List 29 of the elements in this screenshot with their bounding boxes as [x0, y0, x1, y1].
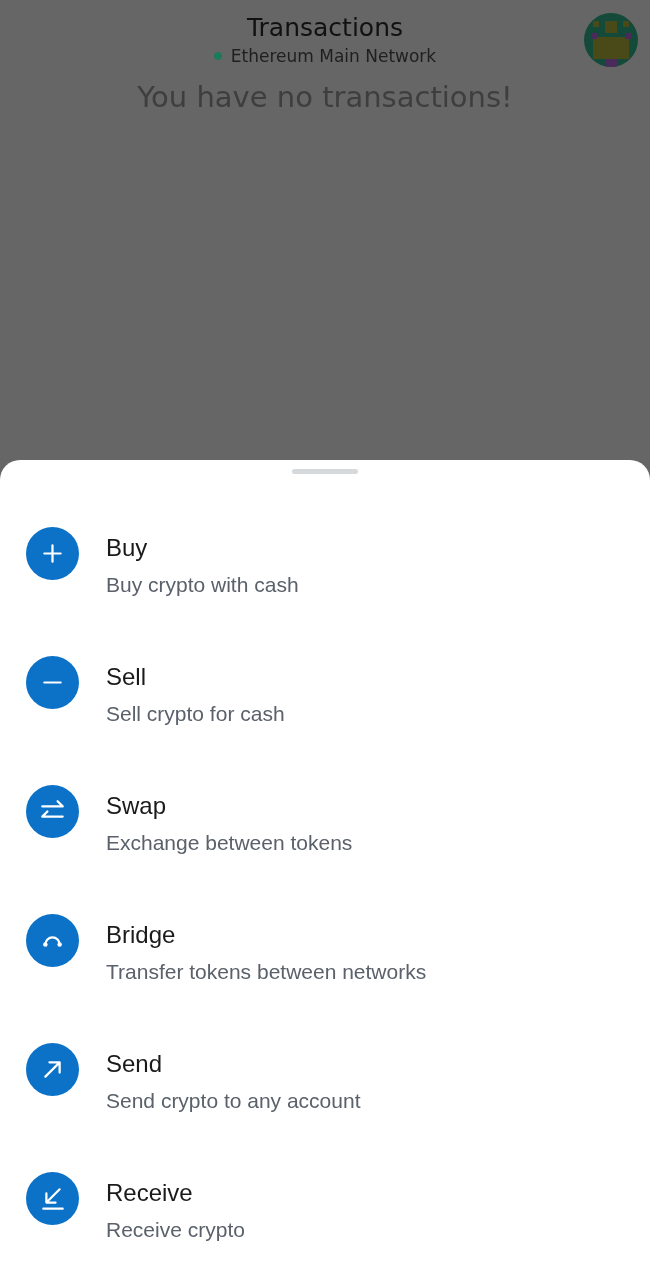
arrow-down-left-icon	[26, 1172, 79, 1225]
action-title: Sell	[106, 662, 148, 692]
action-description: Exchange between tokens	[106, 830, 353, 856]
arrow-up-right-icon	[26, 1043, 79, 1096]
action-title: Receive	[106, 1178, 194, 1208]
plus-icon	[26, 527, 79, 580]
action-title: Bridge	[106, 920, 177, 950]
action-item[interactable]: Buy Buy crypto with cash	[26, 527, 650, 599]
sheet-handle[interactable]	[292, 469, 358, 474]
bridge-icon	[26, 914, 79, 967]
network-name: Ethereum Main Network	[230, 45, 437, 68]
action-item[interactable]: Bridge Transfer tokens between networks	[26, 914, 650, 986]
minus-icon	[26, 656, 79, 709]
screen-title: Transactions	[246, 12, 403, 44]
avatar-icon[interactable]	[584, 13, 638, 67]
action-item[interactable]: Send Send crypto to any account	[26, 1043, 650, 1115]
action-item[interactable]: Swap Exchange between tokens	[26, 785, 650, 857]
network-status-dot	[213, 52, 222, 60]
action-item[interactable]: Sell Sell crypto for cash	[26, 656, 650, 728]
action-description: Transfer tokens between networks	[106, 959, 427, 985]
action-item[interactable]: Receive Receive crypto	[26, 1172, 650, 1244]
action-description: Buy crypto with cash	[106, 572, 299, 598]
action-description: Send crypto to any account	[106, 1088, 361, 1114]
action-description: Sell crypto for cash	[106, 701, 285, 727]
action-description: Receive crypto	[106, 1217, 245, 1243]
swap-arrows-icon	[26, 785, 79, 838]
action-title: Swap	[106, 791, 168, 821]
action-title: Buy	[106, 533, 149, 563]
action-title: Send	[106, 1049, 164, 1079]
